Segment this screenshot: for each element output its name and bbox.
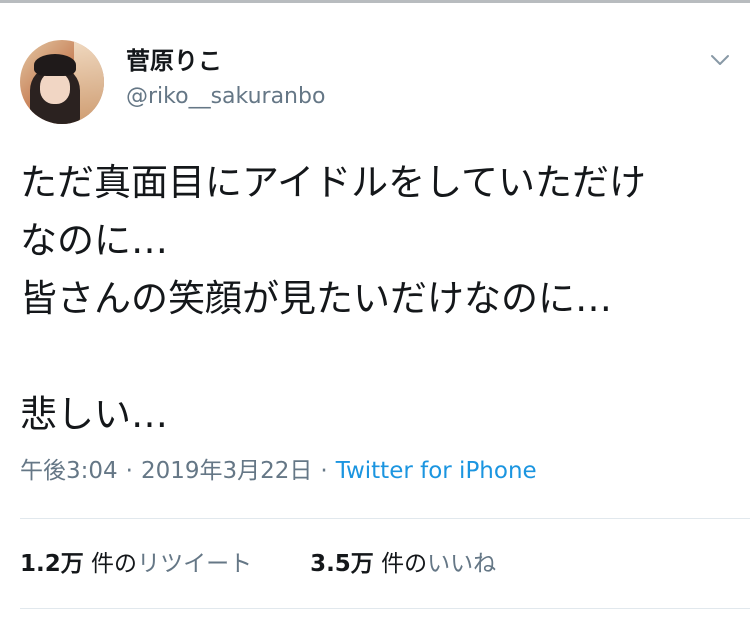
like-unit: 件の bbox=[373, 551, 428, 577]
tweet-header: 菅原りこ @riko__sakuranbo bbox=[20, 40, 735, 130]
meta-separator: · bbox=[125, 458, 133, 484]
user-handle[interactable]: @riko__sakuranbo bbox=[126, 82, 325, 112]
retweet-count: 1.2万 bbox=[20, 551, 84, 577]
retweets-stat[interactable]: 1.2万 件のリツイート bbox=[20, 546, 252, 582]
meta-separator: · bbox=[320, 458, 328, 484]
avatar[interactable] bbox=[20, 40, 104, 124]
tweet-source-link[interactable]: Twitter for iPhone bbox=[336, 458, 537, 484]
user-name-block[interactable]: 菅原りこ @riko__sakuranbo bbox=[126, 46, 325, 112]
display-name[interactable]: 菅原りこ bbox=[126, 46, 325, 76]
top-divider bbox=[0, 0, 750, 3]
likes-stat[interactable]: 3.5万 件のいいね bbox=[310, 546, 496, 582]
tweet-text: ただ真面目にアイドルをしていただけ なのに… 皆さんの笑顔が見たいだけなのに… … bbox=[20, 161, 647, 436]
tweet-date[interactable]: 2019年3月22日 bbox=[141, 458, 312, 484]
retweet-unit: 件の bbox=[83, 551, 138, 577]
retweet-label: リツイート bbox=[137, 551, 253, 577]
divider bbox=[20, 518, 750, 519]
tweet-stats: 1.2万 件のリツイート 3.5万 件のいいね bbox=[20, 546, 496, 582]
like-label: いいね bbox=[427, 551, 497, 577]
like-count: 3.5万 bbox=[310, 551, 374, 577]
tweet-menu-button[interactable] bbox=[707, 50, 733, 70]
divider bbox=[20, 608, 750, 609]
tweet-meta: 午後3:04 · 2019年3月22日 · Twitter for iPhone bbox=[20, 454, 537, 488]
chevron-down-icon bbox=[711, 55, 729, 65]
tweet-time[interactable]: 午後3:04 bbox=[20, 458, 118, 484]
